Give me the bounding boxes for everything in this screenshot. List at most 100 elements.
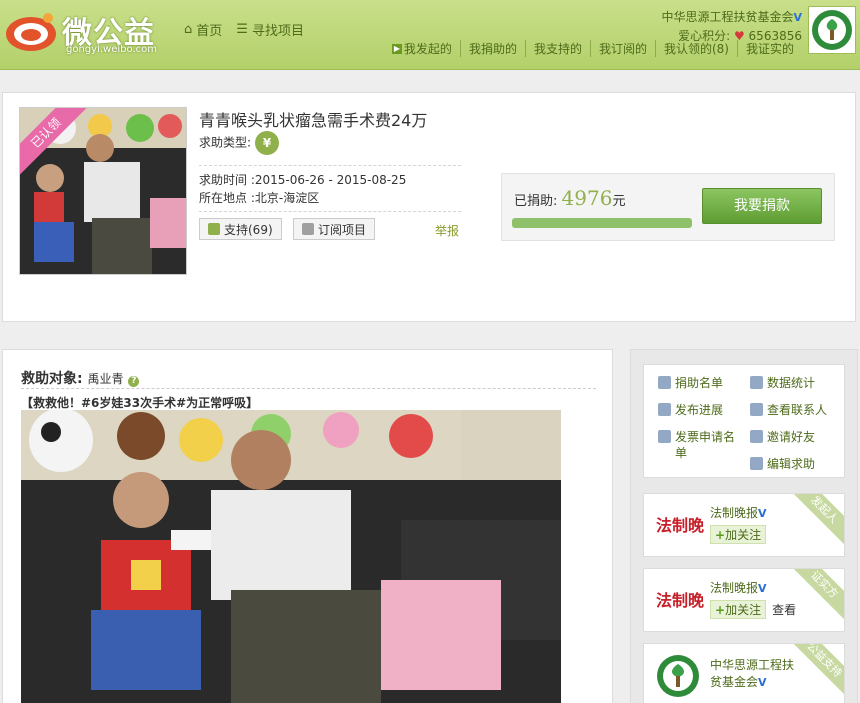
nav-find-label: 寻找项目	[251, 24, 304, 39]
user-avatar[interactable]	[808, 6, 856, 54]
invoice-list-link[interactable]: 发票申请名单	[658, 429, 744, 461]
donated-row: 已捐助: 4976元	[514, 186, 625, 210]
top-nav: ⌂ 首页 ☰ 寻找项目	[184, 20, 304, 39]
nav-home-label: 首页	[196, 24, 223, 39]
view-link[interactable]: 查看	[772, 603, 796, 617]
nav-find-projects[interactable]: ☰ 寻找项目	[236, 20, 304, 39]
user-subnav: ▶ 我发起的 我捐助的 我支持的 我订阅的 我认领的(8) 我证实的	[384, 40, 802, 57]
project-thumbnail[interactable]: 已认领	[19, 107, 187, 275]
fazhi-wanbao-logo[interactable]: 法制晚报	[656, 510, 704, 540]
search-icon	[750, 403, 763, 416]
location-value: :北京-海淀区	[250, 191, 320, 205]
subnav-initiated[interactable]: ▶ 我发起的	[384, 40, 460, 57]
invoice-list-label: 发票申请名单	[675, 430, 736, 460]
help-time-row: 求助时间 :2015-06-26 - 2015-08-25	[199, 171, 406, 188]
statistics-label: 数据统计	[767, 376, 816, 390]
logo-mark-icon	[6, 13, 56, 51]
story-headline: 【救救他！#6岁娃33次手术#为正常呼吸】	[21, 396, 259, 410]
help-type-row: 求助类型: ¥	[199, 131, 280, 155]
verified-v-icon: V	[793, 11, 802, 24]
subscribe-label: 订阅项目	[318, 222, 367, 237]
sidebar: 捐助名单 数据统计 发布进展 查看联系人 发票申请名单 邀请好友 编辑求助 法制…	[630, 349, 858, 703]
story-photo	[21, 410, 561, 703]
help-time-label: 求助时间	[199, 173, 248, 187]
donated-amount: 4976	[561, 186, 613, 210]
project-title: 青青喉头乳状瘤急需手术费24万	[199, 111, 428, 130]
yen-icon: ¥	[255, 131, 280, 155]
help-type-label: 求助类型:	[199, 135, 252, 150]
invite-icon	[750, 430, 763, 443]
verifier-card: 法制晚报 法制晚报V +加关注查看 证实方	[643, 568, 845, 632]
verifier-info: 法制晚报V +加关注 查看	[710, 579, 796, 619]
plus-icon: +	[715, 528, 726, 542]
rss-icon	[302, 223, 314, 235]
supporter-card: 中华思源工程扶贫基金会V 公益支持	[643, 643, 845, 703]
donation-progress-bar	[512, 218, 692, 228]
foundation-logo-icon[interactable]	[656, 654, 700, 698]
donated-unit: 元	[612, 194, 626, 209]
location-label: 所在地点	[199, 191, 248, 205]
edit-request-link[interactable]: 编辑求助	[750, 456, 815, 472]
user-org-name[interactable]: 中华思源工程扶贫基金会	[661, 10, 793, 24]
invoice-icon	[658, 430, 671, 443]
view-contact-label: 查看联系人	[767, 403, 828, 417]
image-icon	[658, 403, 671, 416]
support-button[interactable]: 支持(69)	[199, 218, 282, 240]
post-progress-label: 发布进展	[675, 403, 724, 417]
users-icon	[658, 376, 671, 389]
divider	[199, 211, 461, 212]
edit-request-label: 编辑求助	[767, 457, 816, 471]
donate-button[interactable]: 我要捐款	[702, 188, 822, 224]
supporter-name[interactable]: 中华思源工程扶贫基金会	[710, 658, 794, 689]
target-name: 禹业青	[87, 372, 124, 386]
follow-button[interactable]: +加关注	[710, 600, 767, 619]
main-content: 救助对象: 禹业青 ? 【救救他！#6岁娃33次手术#为正常呼吸】	[2, 349, 613, 703]
initiator-corner-label: 发起人	[782, 494, 844, 552]
subnav-subscribed[interactable]: 我订阅的	[589, 40, 655, 57]
donor-list-link[interactable]: 捐助名单	[658, 375, 723, 391]
help-icon[interactable]: ?	[128, 376, 140, 387]
fazhi-wanbao-logo-text: 法制晚报	[656, 516, 704, 535]
play-icon: ▶	[391, 43, 402, 54]
verified-v-icon: V	[758, 582, 767, 595]
follow-label: 加关注	[725, 603, 762, 617]
verified-v-icon: V	[758, 507, 767, 520]
post-progress-link[interactable]: 发布进展	[658, 402, 723, 418]
project-actions-card: 捐助名单 数据统计 发布进展 查看联系人 发票申请名单 邀请好友 编辑求助	[643, 364, 845, 478]
verifier-name[interactable]: 法制晚报	[710, 581, 758, 595]
foundation-logo-icon	[812, 10, 852, 50]
subnav-supported[interactable]: 我支持的	[524, 40, 590, 57]
subnav-verified[interactable]: 我证实的	[736, 40, 802, 57]
weibo-gongyi-logo[interactable]: 微公益 gongyi.weibo.com	[4, 6, 172, 56]
statistics-link[interactable]: 数据统计	[750, 375, 815, 391]
invite-friends-label: 邀请好友	[767, 430, 816, 444]
fazhi-wanbao-logo[interactable]: 法制晚报	[656, 585, 704, 615]
divider	[199, 165, 461, 166]
report-link[interactable]: 举报	[435, 222, 459, 239]
story-photo-image	[21, 410, 561, 703]
follow-button[interactable]: +加关注	[710, 525, 767, 544]
initiator-card: 法制晚报 法制晚报V +加关注 发起人	[643, 493, 845, 557]
subscribe-button[interactable]: 订阅项目	[293, 218, 376, 240]
logo-subtitle: gongyi.weibo.com	[66, 44, 157, 55]
view-contact-link[interactable]: 查看联系人	[750, 402, 827, 418]
top-header: 微公益 gongyi.weibo.com ⌂ 首页 ☰ 寻找项目 中华思源工程扶…	[0, 0, 860, 70]
subnav-donated[interactable]: 我捐助的	[459, 40, 525, 57]
nav-home[interactable]: ⌂ 首页	[184, 20, 222, 39]
invite-friends-link[interactable]: 邀请好友	[750, 429, 815, 445]
donor-list-label: 捐助名单	[675, 376, 724, 390]
plus-icon: +	[715, 603, 726, 617]
user-info: 中华思源工程扶贫基金会V 爱心积分: ♥ 6563856	[661, 8, 802, 44]
target-label: 救助对象:	[21, 371, 83, 387]
divider	[21, 388, 596, 389]
subnav-claimed[interactable]: 我认领的(8)	[654, 40, 737, 57]
support-label: 支持(69)	[224, 222, 273, 237]
target-row: 救助对象: 禹业青 ?	[21, 368, 140, 388]
home-icon: ⌂	[184, 22, 193, 37]
initiator-name[interactable]: 法制晚报	[710, 506, 758, 520]
list-icon: ☰	[236, 22, 248, 37]
project-summary: 已认领 青青喉头乳状瘤急需手术费24万 求助类型: ¥ 求助时间 :2015-06…	[2, 92, 856, 322]
verified-v-icon: V	[758, 676, 767, 689]
help-time-value: :2015-06-26 - 2015-08-25	[250, 173, 407, 187]
chart-icon	[750, 376, 763, 389]
